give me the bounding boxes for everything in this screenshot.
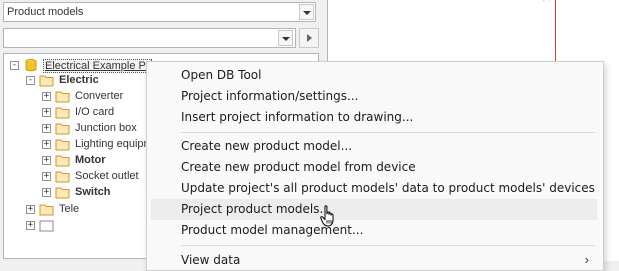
tree-label-electric[interactable]: Electric: [59, 74, 99, 86]
tree-label[interactable]: Switch: [75, 186, 110, 198]
expand-icon[interactable]: +: [26, 221, 35, 230]
hand-pointer-cursor-icon: [320, 205, 334, 227]
menu-item-insert-project-info[interactable]: Insert project information to drawing...: [151, 107, 597, 128]
expand-icon[interactable]: +: [42, 140, 51, 149]
tree-label[interactable]: I/O card: [75, 106, 114, 118]
menu-item-product-model-management[interactable]: Product model management...: [151, 220, 597, 241]
expand-icon[interactable]: +: [42, 124, 51, 133]
menu-item-label: Create new product model...: [181, 139, 353, 153]
folder-icon: [55, 91, 70, 103]
chevron-right-icon: ›: [584, 252, 589, 267]
folder-icon: [55, 123, 70, 135]
menu-item-create-product-model[interactable]: Create new product model...: [151, 136, 597, 157]
database-icon: [25, 59, 37, 72]
expand-icon[interactable]: +: [42, 188, 51, 197]
menu-item-project-information[interactable]: Project information/settings...: [151, 86, 597, 107]
tree-label[interactable]: Converter: [75, 90, 123, 102]
folder-icon: [39, 204, 54, 216]
product-models-dropdown-value: Product models: [7, 6, 84, 18]
collapse-icon[interactable]: -: [26, 76, 35, 85]
search-combo-input[interactable]: [3, 28, 296, 48]
menu-separator: [181, 132, 595, 133]
menu-item-project-product-models[interactable]: Project product models...: [151, 199, 597, 220]
collapse-icon[interactable]: -: [10, 61, 19, 70]
menu-item-open-db-tool[interactable]: Open DB Tool: [151, 65, 597, 86]
menu-item-label: Project product models...: [181, 202, 331, 216]
folder-icon: [55, 155, 70, 167]
context-menu: Open DB Tool Project information/setting…: [146, 61, 604, 271]
folder-icon: [55, 139, 70, 151]
expand-icon[interactable]: +: [26, 205, 35, 214]
folder-icon: [55, 187, 70, 199]
menu-item-update-all-models[interactable]: Update project's all product models' dat…: [151, 178, 597, 199]
search-row: [3, 28, 319, 48]
tree-label-root[interactable]: Electrical Example Pr: [43, 59, 152, 73]
expand-icon[interactable]: +: [42, 108, 51, 117]
chevron-down-icon[interactable]: [278, 30, 293, 46]
tree-label[interactable]: Lighting equipm: [75, 138, 153, 150]
drawing-ruler-label: 72: [542, 0, 552, 2]
menu-item-create-from-device[interactable]: Create new product model from device: [151, 157, 597, 178]
expand-icon[interactable]: +: [42, 92, 51, 101]
tree-label[interactable]: Motor: [75, 154, 106, 166]
tree-label[interactable]: Tele: [59, 203, 79, 215]
menu-item-label: Insert project information to drawing...: [181, 110, 414, 124]
folder-icon: [39, 220, 54, 232]
expand-icon[interactable]: +: [42, 172, 51, 181]
menu-item-label: Update project's all product models' dat…: [181, 181, 595, 195]
expand-icon[interactable]: +: [42, 156, 51, 165]
chevron-down-icon[interactable]: [299, 4, 314, 20]
menu-item-label: View data: [181, 253, 241, 267]
tree-label[interactable]: Junction box: [75, 122, 137, 134]
menu-item-label: Create new product model from device: [181, 160, 416, 174]
folder-icon: [55, 171, 70, 183]
go-arrow-button[interactable]: [299, 28, 319, 48]
menu-item-label: Project information/settings...: [181, 89, 359, 103]
product-models-dropdown[interactable]: Product models: [3, 2, 316, 22]
menu-separator: [181, 245, 595, 246]
folder-icon: [55, 107, 70, 119]
tree-label[interactable]: Socket outlet: [75, 170, 139, 182]
menu-item-label: Open DB Tool: [181, 68, 262, 82]
open-folder-icon: [39, 75, 54, 87]
